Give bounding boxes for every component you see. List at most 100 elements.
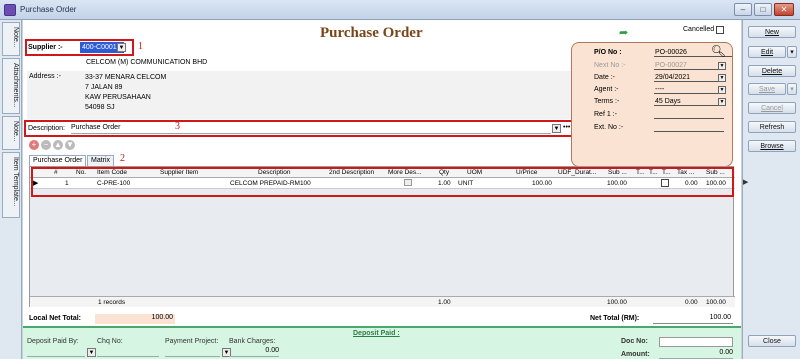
delete-button-label: Delete [761,68,783,75]
ext-no-label: Ext. No :- [594,124,624,131]
save-button-label: Save [759,86,775,93]
chq-no-input[interactable] [97,347,159,357]
doc-no-label: Doc No: [621,338,648,345]
footer-tax-total: 0.00 [685,299,698,306]
ext-no-field[interactable] [654,123,724,132]
remove-row-icon[interactable]: − [41,140,51,150]
totals-bar: Local Net Total: 100.00 Net Total (RM): … [23,312,741,326]
more-options-icon[interactable]: ••• [563,124,570,131]
window-title: Purchase Order [20,5,77,14]
new-button[interactable]: New [748,26,796,38]
delete-button[interactable]: Delete [748,65,796,77]
date-dropdown-icon[interactable]: ▼ [718,74,726,82]
agent-field[interactable]: ---- [654,85,724,94]
amount-input[interactable]: 0.00 [659,349,733,359]
tab-purchase-order[interactable]: Purchase Order [29,155,87,166]
next-no-label: Next No :- [594,62,626,69]
close-icon[interactable]: ✕ [774,3,794,16]
supplier-label: Supplier :- [28,44,63,51]
annotation-number-1: 1 [138,41,143,52]
address-line: 33-37 MENARA CELCOM [85,74,167,81]
address-line: KAW PERUSAHAAN [85,94,151,101]
edit-button[interactable]: Edit [748,46,786,58]
move-up-icon[interactable]: ▲ [53,140,63,150]
address-line: 54098 SJ [85,104,115,111]
deposit-paid-by-dropdown-icon[interactable]: ▼ [87,348,96,357]
date-field[interactable]: 29/04/2021 [654,73,724,82]
cancelled-checkbox[interactable] [716,26,724,34]
address-line: 7 JALAN 89 [85,84,123,91]
po-no-label: P/O No : [594,49,622,56]
supplier-name: CELCOM (M) COMMUNICATION BHD [86,59,208,66]
description-dropdown-icon[interactable]: ▼ [552,124,561,133]
title-bar: Purchase Order – □ ✕ [0,0,800,20]
terms-label: Terms :- [594,98,620,105]
edit-dropdown-icon[interactable]: ▾ [787,46,797,58]
add-row-icon[interactable]: + [29,140,39,150]
move-down-icon[interactable]: ▼ [65,140,75,150]
document-info-panel: P/O No : PO-00026 🔍︎ Next No :- PO-00027… [571,42,733,167]
tab-note[interactable]: Note... [2,22,20,56]
description-input[interactable]: Purchase Order [71,124,551,134]
deposit-section: Deposit Paid : Deposit Paid By: ▼ Chq No… [23,326,741,359]
agent-label: Agent :- [594,86,619,93]
new-button-label: New [764,29,779,36]
ref1-label: Ref 1 :- [594,111,617,118]
collapse-arrow-icon[interactable]: ▶ [743,178,748,186]
footer-sub-total: 100.00 [607,299,627,306]
maximize-icon[interactable]: □ [754,3,772,16]
payment-project-input[interactable] [165,347,220,357]
deposit-header: Deposit Paid : [353,330,400,337]
browse-button[interactable]: Browse [748,140,796,152]
supplier-dropdown-icon[interactable]: ▼ [117,43,126,52]
side-tab-strip: Note... Attachments... Note... Item Temp… [0,20,22,359]
cancel-button[interactable]: Cancel [748,102,796,114]
net-total-value: 100.00 [653,314,733,324]
annotation-number-2: 2 [120,153,125,164]
ref1-field[interactable] [654,110,724,119]
edit-button-label: Edit [760,49,774,56]
chq-no-label: Chq No: [97,338,123,345]
tab-attachments[interactable]: Attachments... [2,58,20,114]
local-net-total-value: 100.00 [95,314,175,324]
address-panel: Address :- 33-37 MENARA CELCOM 7 JALAN 8… [27,71,574,119]
action-sidebar: New Edit ▾ Delete Save ▾ Cancel Refresh … [742,20,800,359]
bank-charges-input[interactable]: 0.00 [229,347,279,357]
tab-matrix[interactable]: Matrix [87,155,115,166]
deposit-paid-by-input[interactable] [27,347,85,357]
amount-label: Amount: [621,351,650,358]
doc-no-input[interactable] [659,337,733,347]
save-dropdown-icon[interactable]: ▾ [787,83,797,95]
cancelled-label: Cancelled [683,26,715,33]
agent-dropdown-icon[interactable]: ▼ [718,86,726,94]
close-button[interactable]: Close [748,335,796,347]
tab-note-2[interactable]: Note... [2,116,20,150]
payment-project-label: Payment Project: [165,338,219,345]
record-count: 1 records [98,299,126,306]
form-area: Purchase Order ➦ 1 Supplier :- 400-C0001… [23,20,741,359]
footer-grand-total: 100.00 [706,299,726,306]
next-no-dropdown-icon[interactable]: ▼ [718,62,726,70]
deposit-paid-by-label: Deposit Paid By: [27,338,79,345]
app-icon [4,4,16,16]
grid-footer: 1 records 1.00 100.00 0.00 100.00 [30,296,735,307]
tab-item-template[interactable]: Item Template... [2,152,20,218]
terms-dropdown-icon[interactable]: ▼ [718,98,726,106]
address-label: Address :- [29,73,61,80]
bank-charges-label: Bank Charges: [229,338,276,345]
footer-qty-total: 1.00 [438,299,451,306]
terms-field[interactable]: 45 Days [654,97,724,106]
description-label: Description: [28,125,65,132]
browse-button-label: Browse [760,143,784,150]
form-title: Purchase Order [320,25,423,41]
cancel-button-label: Cancel [761,105,783,112]
save-button[interactable]: Save [748,83,786,95]
local-net-total-label: Local Net Total: [29,315,81,322]
date-label: Date :- [594,74,616,81]
share-arrow-icon[interactable]: ➦ [619,26,628,39]
refresh-button[interactable]: Refresh [748,121,796,133]
next-no-field: PO-00027 [654,61,724,70]
minimize-icon[interactable]: – [734,3,752,16]
search-icon[interactable]: 🔍︎ [711,44,726,58]
net-total-label: Net Total (RM): [590,315,640,322]
